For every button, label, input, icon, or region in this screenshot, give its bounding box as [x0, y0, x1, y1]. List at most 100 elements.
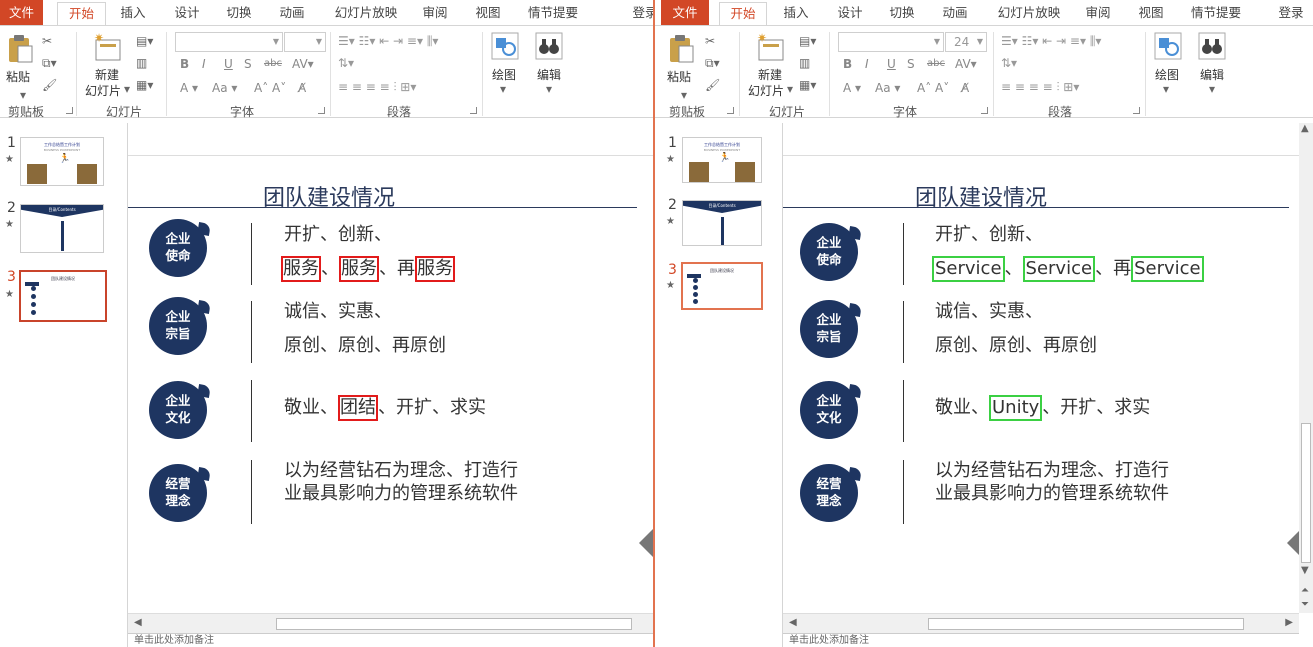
- format-painter-icon[interactable]: 🖌: [42, 78, 57, 92]
- layout-icon[interactable]: ▤▾: [799, 34, 816, 48]
- strikethrough-icon[interactable]: abc: [927, 57, 945, 71]
- thumbnail-slide-3[interactable]: 团队建设情况: [681, 262, 763, 310]
- new-slide-icon[interactable]: ✷: [92, 32, 124, 64]
- change-case-icon[interactable]: Aa ▾: [875, 81, 900, 95]
- mission-line-1[interactable]: 开扩、创新、: [284, 224, 392, 246]
- drawing-icon[interactable]: [1154, 32, 1182, 60]
- change-case-icon[interactable]: Aa ▾: [212, 81, 237, 95]
- purpose-line-2[interactable]: 原创、原创、再原创: [284, 335, 446, 357]
- tab-animations[interactable]: 动画: [932, 2, 978, 25]
- thumbnail-slide-3[interactable]: 团队建设情况: [19, 270, 107, 322]
- draw-label[interactable]: 绘图: [1155, 66, 1179, 83]
- cut-icon[interactable]: ✂: [42, 34, 52, 48]
- underline-icon[interactable]: U: [224, 57, 233, 71]
- philosophy-line-2[interactable]: 业最具影响力的管理系统软件: [284, 483, 518, 505]
- tab-file[interactable]: 文件: [661, 0, 709, 25]
- thumbnail-slide-2[interactable]: 目录/Contents: [20, 204, 104, 253]
- paste-icon[interactable]: [6, 34, 34, 64]
- section-icon[interactable]: ▦▾: [799, 78, 816, 92]
- slide-canvas[interactable]: 团队建设情况 企业 使命 开扩、创新、 服务、服务 、再 服务 企业 宗旨 诚信、实…: [128, 123, 653, 583]
- tab-insert[interactable]: 插入: [773, 2, 819, 25]
- scrollbar-thumb[interactable]: [1301, 423, 1311, 563]
- cut-icon[interactable]: ✂: [705, 34, 715, 48]
- copy-icon[interactable]: ⧉▾: [705, 56, 720, 70]
- mission-line-2[interactable]: 服务、服务 、再 服务: [281, 256, 455, 282]
- bold-icon[interactable]: B: [180, 57, 189, 71]
- paste-label[interactable]: 粘贴: [6, 68, 30, 85]
- format-painter-icon[interactable]: 🖌: [705, 78, 720, 92]
- paste-label[interactable]: 粘贴: [667, 68, 691, 85]
- align-icons[interactable]: ≡ ≡ ≡ ≡ ⫶ ⊞▾: [338, 80, 416, 94]
- reset-icon[interactable]: ▥: [799, 56, 810, 70]
- paragraph-launcher-icon[interactable]: [470, 107, 477, 114]
- vertical-scrollbar[interactable]: ▲ ▼ ⏶ ⏷: [1299, 123, 1313, 613]
- draw-dropdown-icon[interactable]: ▾: [1163, 82, 1169, 96]
- previous-slide-icon[interactable]: ⏶: [1301, 585, 1309, 596]
- text-direction-icon[interactable]: ⇅▾: [1001, 56, 1017, 70]
- draw-dropdown-icon[interactable]: ▾: [500, 82, 506, 96]
- new-slide-label-2[interactable]: 幻灯片: [85, 82, 121, 99]
- scroll-down-icon[interactable]: ▼: [1301, 565, 1309, 576]
- clear-format-icon[interactable]: A̸: [961, 81, 969, 95]
- horizontal-scrollbar[interactable]: ◀: [128, 613, 653, 633]
- italic-icon[interactable]: I: [202, 57, 206, 71]
- scrollbar-thumb[interactable]: [928, 618, 1244, 630]
- tab-view[interactable]: 视图: [1128, 2, 1174, 25]
- font-size-combo[interactable]: ▼: [284, 32, 326, 52]
- new-slide-label-1[interactable]: 新建: [95, 66, 119, 83]
- paragraph-launcher-icon[interactable]: [1133, 107, 1140, 114]
- draw-label[interactable]: 绘图: [492, 66, 516, 83]
- grow-font-icon[interactable]: A˄ A˅: [917, 81, 949, 95]
- font-color-icon[interactable]: A ▾: [180, 81, 198, 95]
- tab-animations[interactable]: 动画: [269, 2, 315, 25]
- drawing-icon[interactable]: [491, 32, 519, 60]
- layout-icon[interactable]: ▤▾: [136, 34, 153, 48]
- scrollbar-thumb[interactable]: [276, 618, 632, 630]
- bold-icon[interactable]: B: [843, 57, 852, 71]
- mission-line-2[interactable]: Service、 Service 、再 Service: [932, 256, 1204, 282]
- align-icons[interactable]: ≡ ≡ ≡ ≡ ⫶ ⊞▾: [1001, 80, 1079, 94]
- thumbnail-slide-1[interactable]: 工作总结暨工作计划 BUSINESS POWERPOINT 🏃: [682, 137, 762, 183]
- text-direction-icon[interactable]: ⇅▾: [338, 56, 354, 70]
- edit-label[interactable]: 编辑: [537, 66, 561, 83]
- tab-review[interactable]: 审阅: [412, 2, 458, 25]
- tab-review[interactable]: 审阅: [1075, 2, 1121, 25]
- edit-dropdown-icon[interactable]: ▾: [546, 82, 552, 96]
- new-slide-dropdown-icon[interactable]: ▾: [787, 82, 793, 96]
- bullets-icon[interactable]: ☰▾ ☷▾ ⇤ ⇥ ≡▾ ⫼▾: [338, 34, 438, 48]
- slide-canvas[interactable]: 团队建设情况 企业 使命 开扩、创新、 Service、 Service 、再 Ser…: [783, 123, 1299, 583]
- strikethrough-icon[interactable]: abc: [264, 57, 282, 71]
- tab-view[interactable]: 视图: [465, 2, 511, 25]
- new-slide-icon[interactable]: ✷: [755, 32, 787, 64]
- edit-dropdown-icon[interactable]: ▾: [1209, 82, 1215, 96]
- thumbnail-slide-1[interactable]: 工作总结暨工作计划 BUSINESS POWERPOINT 🏃: [20, 137, 104, 186]
- tab-transitions[interactable]: 切换: [216, 2, 262, 25]
- scroll-up-icon[interactable]: ▲: [1301, 123, 1309, 134]
- tab-storyboard[interactable]: 情节提要: [1184, 2, 1248, 25]
- philosophy-line-1[interactable]: 以为经营钻石为理念、打造行: [935, 460, 1169, 482]
- clipboard-launcher-icon[interactable]: [727, 107, 734, 114]
- login-link[interactable]: 登录: [628, 2, 653, 25]
- culture-line[interactable]: 敬业、 Unity 、开扩、求实: [935, 395, 1150, 421]
- char-spacing-icon[interactable]: AV▾: [955, 57, 977, 71]
- tab-home[interactable]: 开始: [719, 2, 767, 25]
- scroll-left-icon[interactable]: ◀: [789, 617, 797, 628]
- new-slide-dropdown-icon[interactable]: ▾: [124, 82, 130, 96]
- purpose-line-2[interactable]: 原创、原创、再原创: [935, 335, 1097, 357]
- paste-icon[interactable]: [667, 34, 695, 64]
- font-name-combo[interactable]: ▼: [175, 32, 283, 52]
- tab-home[interactable]: 开始: [57, 2, 106, 25]
- binoculars-icon[interactable]: [535, 32, 563, 60]
- shadow-icon[interactable]: S: [907, 57, 915, 71]
- notes-pane[interactable]: 单击此处添加备注: [783, 633, 1299, 647]
- copy-icon[interactable]: ⧉▾: [42, 56, 57, 70]
- new-slide-label-2[interactable]: 幻灯片: [748, 82, 784, 99]
- char-spacing-icon[interactable]: AV▾: [292, 57, 314, 71]
- purpose-line-1[interactable]: 诚信、实惠、: [935, 301, 1043, 323]
- shadow-icon[interactable]: S: [244, 57, 252, 71]
- tab-slideshow[interactable]: 幻灯片放映: [328, 2, 404, 25]
- tab-slideshow[interactable]: 幻灯片放映: [991, 2, 1067, 25]
- font-launcher-icon[interactable]: [318, 107, 325, 114]
- grow-font-icon[interactable]: A˄ A˅: [254, 81, 286, 95]
- tab-insert[interactable]: 插入: [110, 2, 156, 25]
